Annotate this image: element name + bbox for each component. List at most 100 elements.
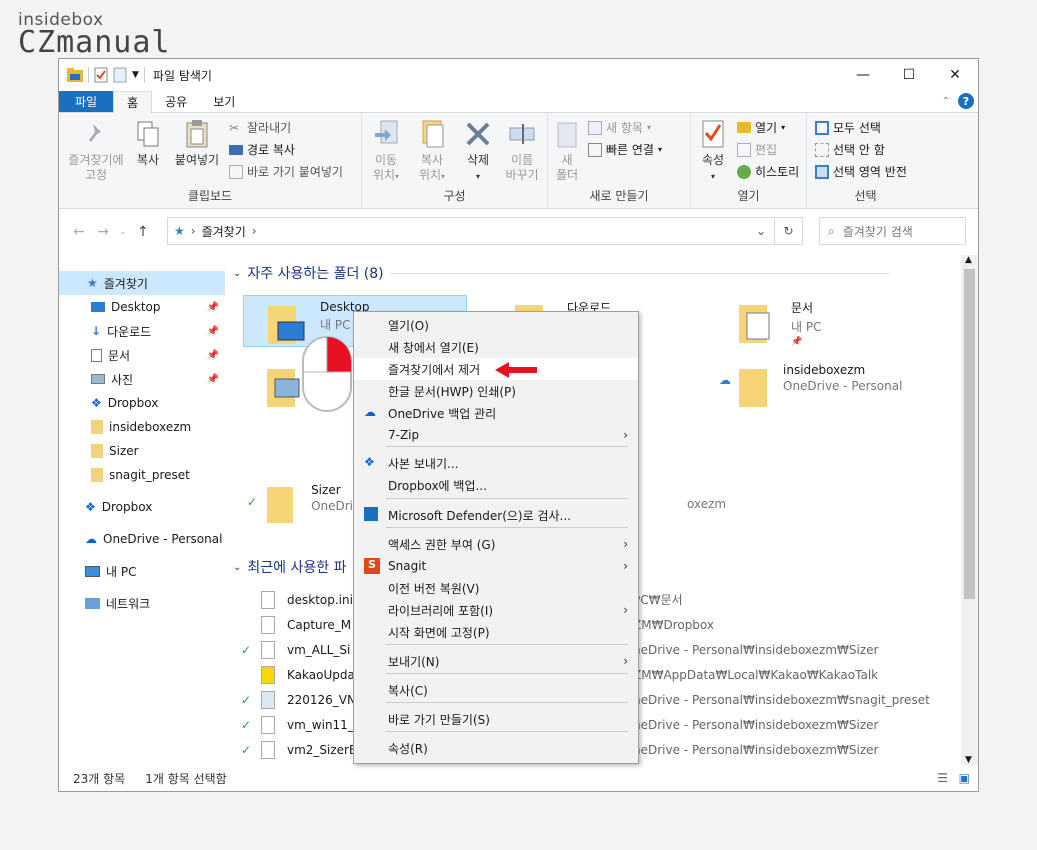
easy-access-button[interactable]: 빠른 연결 ▾ [588, 141, 662, 158]
copy-to-button[interactable]: 복사 위치▾ [412, 119, 452, 184]
tile-documents[interactable]: 문서 내 PC 📌 [715, 295, 939, 347]
ribbon-tabs: 파일 홈 공유 보기 ⌃ ? [59, 91, 978, 113]
copy-button[interactable]: 복사 [131, 119, 165, 168]
section-title: 자주 사용하는 폴더 (8) [247, 266, 384, 282]
menu-separator [386, 498, 628, 499]
nav-item-dropbox-quick[interactable]: ❖ Dropbox [91, 391, 158, 415]
open-button[interactable]: 열기 ▾ [737, 119, 785, 136]
new-item-label: 새 항목 [606, 121, 643, 135]
nav-item-quick-access[interactable]: ★ 즐겨찾기 [59, 271, 225, 295]
move-to-button[interactable]: 이동 위치▾ [366, 119, 406, 184]
nav-item-insideboxezm[interactable]: insideboxezm [91, 415, 191, 439]
desktop-icon [91, 302, 105, 312]
tile-insideboxezm[interactable]: ☁ insideboxezm OneDrive - Personal [715, 359, 939, 411]
nav-item-desktop[interactable]: Desktop 📌 [91, 295, 225, 319]
menu-item-restore-versions[interactable]: 이전 버전 복원(V) [354, 577, 638, 599]
nav-item-snagit-preset[interactable]: snagit_preset [91, 463, 190, 487]
nav-item-onedrive[interactable]: ☁ OneDrive - Personal [85, 527, 222, 551]
delete-button[interactable]: 삭제 ▾ [460, 119, 496, 184]
menu-item-dropbox-backup[interactable]: Dropbox에 백업... [354, 474, 638, 496]
copy-to-icon [422, 120, 444, 148]
maximize-button[interactable]: ☐ [886, 59, 932, 91]
nav-item-network[interactable]: 네트워크 [85, 591, 150, 615]
recent-dropdown-icon[interactable]: ⌄ [115, 227, 131, 237]
menu-separator [386, 446, 628, 447]
menu-item-copy[interactable]: 복사(C) [354, 679, 638, 701]
scroll-up-icon[interactable]: ▲ [965, 255, 972, 265]
file-path: neDrive - Personal₩insideboxezm₩Sizer [633, 742, 879, 757]
address-dropdown-icon[interactable]: ⌄ [756, 224, 766, 238]
history-button[interactable]: 히스토리 [737, 163, 799, 180]
nav-label: Sizer [109, 444, 139, 458]
menu-item-label: 보내기(N) [388, 654, 440, 669]
select-all-button[interactable]: 모두 선택 [815, 119, 881, 136]
nav-item-this-pc[interactable]: 내 PC [85, 559, 136, 583]
search-input[interactable]: ⌕ 즐겨찾기 검색 [819, 217, 966, 245]
menu-item-snagit[interactable]: S Snagit › [354, 555, 638, 577]
refresh-icon[interactable]: ↻ [775, 217, 803, 245]
scroll-down-icon[interactable]: ▼ [965, 755, 972, 765]
minimize-button[interactable]: — [840, 59, 886, 91]
tab-file[interactable]: 파일 [59, 91, 114, 112]
cut-button[interactable]: ✂ 잘라내기 [229, 119, 291, 136]
up-arrow-icon[interactable]: ↑ [131, 224, 155, 240]
nav-item-sizer[interactable]: Sizer [91, 439, 139, 463]
tab-view[interactable]: 보기 [200, 91, 248, 112]
new-item-button[interactable]: 새 항목 ▾ [588, 119, 651, 136]
menu-item-open-new-window[interactable]: 새 창에서 열기(E) [354, 336, 638, 358]
nav-item-pictures[interactable]: 사진 📌 [91, 367, 225, 391]
rename-button[interactable]: 이름 바꾸기 [502, 119, 542, 183]
tab-home[interactable]: 홈 [113, 91, 153, 113]
menu-item-label: 시작 화면에 고정(P) [388, 625, 490, 640]
menu-item-onedrive-backup[interactable]: ☁ OneDrive 백업 관리 [354, 402, 638, 424]
paste-shortcut-button[interactable]: 바로 가기 붙여넣기 [229, 163, 343, 180]
menu-item-create-shortcut[interactable]: 바로 가기 만들기(S) [354, 708, 638, 730]
details-view-icon[interactable]: ☰ [937, 771, 948, 785]
frequent-folders-header[interactable]: ⌄ 자주 사용하는 폴더 (8) [233, 263, 890, 283]
help-icon[interactable]: ? [958, 93, 974, 109]
menu-item-open[interactable]: 열기(O) [354, 314, 638, 336]
edit-button[interactable]: 편집 [737, 141, 777, 158]
tile-partial[interactable]: oxezm [687, 495, 767, 515]
tab-share[interactable]: 공유 [152, 91, 200, 112]
sizer-folder-icon [267, 487, 294, 523]
nav-item-documents[interactable]: 문서 📌 [91, 343, 225, 367]
new-folder-button[interactable]: 새 폴더 [552, 119, 582, 183]
copy-path-button[interactable]: 경로 복사 [229, 141, 295, 158]
close-button[interactable]: ✕ [932, 59, 978, 91]
pin-icon: 📌 [206, 373, 219, 385]
select-none-button[interactable]: 선택 안 함 [815, 141, 885, 158]
edit-icon [737, 142, 751, 157]
menu-item-hwp-print[interactable]: 한글 문서(HWP) 인쇄(P) [354, 380, 638, 402]
menu-item-send-copy[interactable]: ❖ 사본 보내기... [354, 452, 638, 474]
invert-selection-button[interactable]: 선택 영역 반전 [815, 163, 907, 180]
back-arrow-icon[interactable]: ← [67, 224, 91, 240]
snagit-icon: S [364, 558, 380, 574]
menu-item-defender-scan[interactable]: Microsoft Defender(으)로 검사... [354, 504, 638, 526]
new-folder-qat-icon[interactable] [113, 67, 127, 83]
menu-item-send-to[interactable]: 보내기(N) › [354, 650, 638, 672]
forward-arrow-icon[interactable]: → [91, 224, 115, 240]
menu-item-pin-start[interactable]: 시작 화면에 고정(P) [354, 621, 638, 643]
properties-check-icon[interactable] [94, 67, 108, 83]
menu-item-include-library[interactable]: 라이브러리에 포함(I) › [354, 599, 638, 621]
file-path: ZM₩Dropbox [633, 617, 714, 632]
paste-button[interactable]: 붙여넣기 [171, 119, 223, 168]
menu-item-properties[interactable]: 속성(R) [354, 737, 638, 759]
pin-to-quick-access-button[interactable]: 즐겨찾기에 고정 [65, 119, 127, 183]
recent-files-header[interactable]: ⌄ 최근에 사용한 파 [233, 557, 346, 577]
qat-dropdown-icon[interactable]: ▼ [132, 70, 139, 80]
menu-item-7zip[interactable]: 7-Zip › [354, 424, 638, 446]
address-box[interactable]: ★ › 즐겨찾기 › ⌄ [167, 217, 775, 245]
scrollbar-thumb[interactable] [964, 269, 975, 599]
sync-ok-icon: ✓ [241, 642, 252, 657]
properties-button[interactable]: 속성 ▾ [695, 119, 731, 184]
menu-item-give-access[interactable]: 액세스 권한 부여 (G) › [354, 533, 638, 555]
large-icons-view-icon[interactable]: ▣ [959, 771, 970, 785]
vertical-scrollbar[interactable]: ▲ ▼ [961, 255, 978, 765]
insideboxezm-folder-icon [739, 369, 767, 407]
edit-label: 편집 [755, 143, 778, 157]
nav-item-dropbox[interactable]: ❖ Dropbox [85, 495, 152, 519]
collapse-ribbon-icon[interactable]: ⌃ [942, 96, 950, 107]
nav-item-downloads[interactable]: ↓ 다운로드 📌 [91, 319, 225, 343]
